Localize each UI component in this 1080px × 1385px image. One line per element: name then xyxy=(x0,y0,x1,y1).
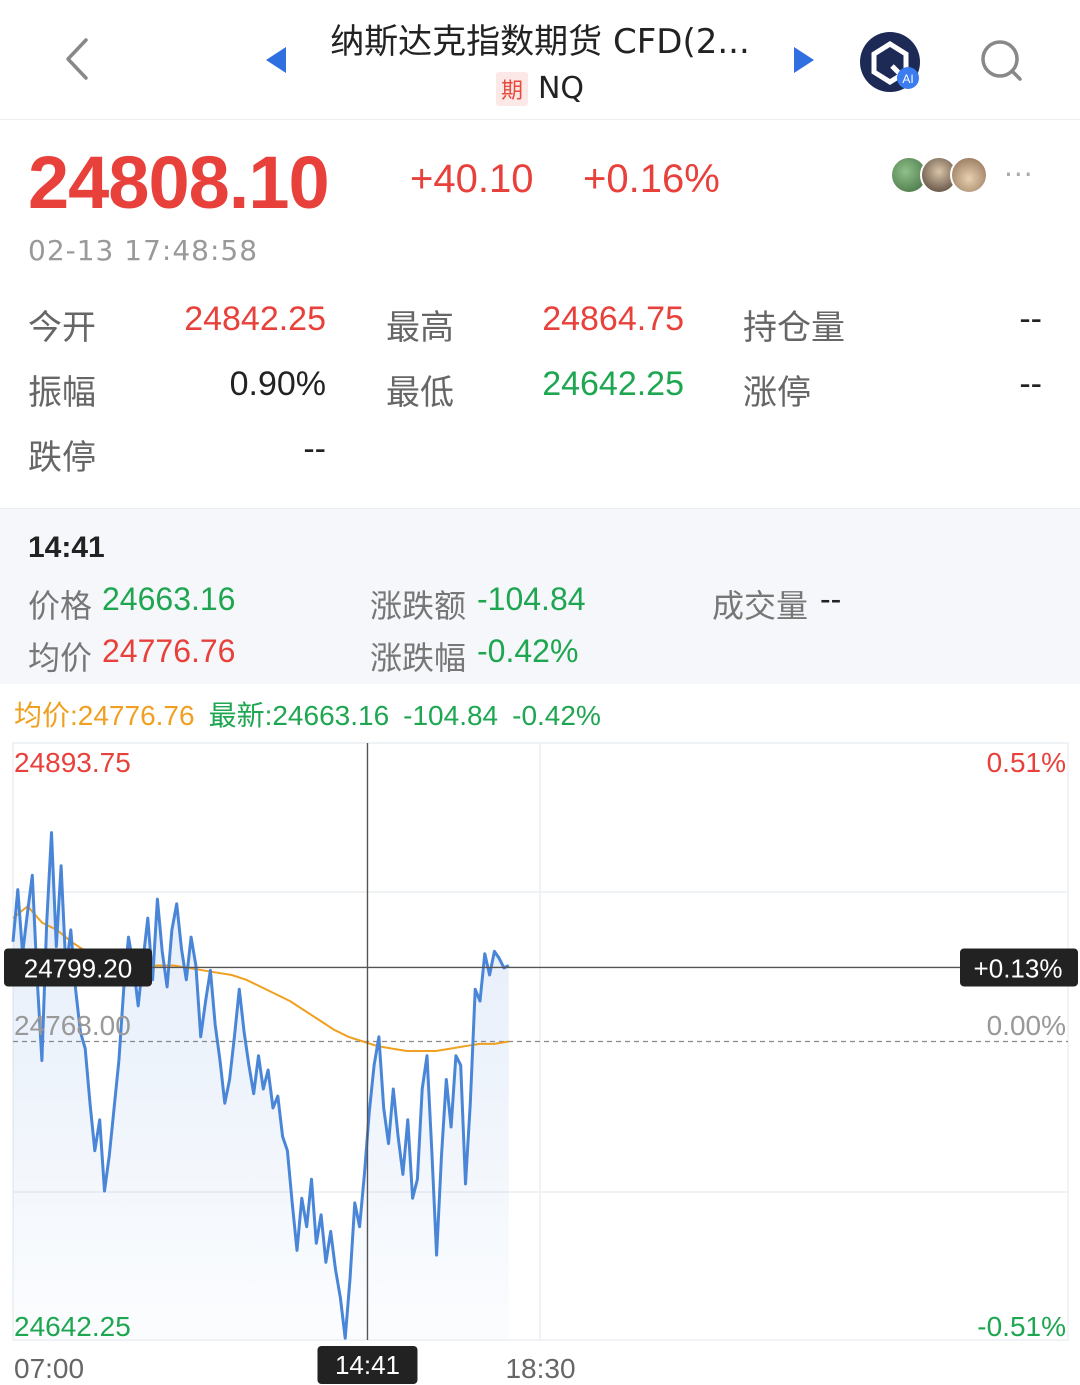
ai-assistant-button[interactable]: AI xyxy=(858,30,922,94)
y-min-label: 24642.25 xyxy=(14,1311,131,1342)
intraday-chart[interactable]: 24893.75 24768.00 24642.25 0.51% 0.00% -… xyxy=(0,740,1080,1385)
back-button[interactable] xyxy=(52,34,102,84)
low-value: 24642.25 xyxy=(542,365,684,403)
open-interest-value: -- xyxy=(1019,300,1042,338)
legend-latest: 最新:24663.16 xyxy=(208,700,390,731)
amplitude-value: 0.90% xyxy=(229,365,326,403)
legend-avg: 均价:24776.76 xyxy=(14,700,195,731)
pct-max-label: 0.51% xyxy=(987,747,1066,778)
amplitude-label: 振幅 xyxy=(28,373,96,413)
crosshair-pct-value: -0.42% xyxy=(477,633,579,669)
crosshair-change-value: -104.84 xyxy=(477,581,586,617)
open-value: 24842.25 xyxy=(184,300,326,338)
chart-legend: 均价:24776.76 最新:24663.16 -104.84 -0.42% xyxy=(14,694,615,734)
instrument-symbol-row: 期 NQ xyxy=(300,71,780,106)
search-icon xyxy=(981,40,1022,81)
futures-tag: 期 xyxy=(495,71,528,106)
quote-timestamp: 02-13 17:48:58 xyxy=(28,234,259,267)
crosshair-change-label: 涨跌额 xyxy=(370,587,467,625)
more-options-button[interactable]: ··· xyxy=(1004,158,1034,191)
ai-badge-text: AI xyxy=(902,72,913,86)
x-start-label: 07:00 xyxy=(14,1353,84,1384)
crosshair-avg-value: 24776.76 xyxy=(102,633,236,669)
instrument-symbol: NQ xyxy=(537,71,585,106)
cursor-price-badge: 24799.20 xyxy=(4,948,152,987)
x-mid-label: 18:30 xyxy=(505,1353,575,1384)
legend-change: -104.84 xyxy=(403,700,499,731)
triangle-right-icon xyxy=(794,47,814,73)
crosshair-time: 14:41 xyxy=(28,531,105,564)
crosshair-avg-label: 均价 xyxy=(28,639,93,677)
crosshair-price-label: 价格 xyxy=(28,587,93,625)
crosshair-price-value: 24663.16 xyxy=(102,581,236,617)
ai-assistant-icon: AI xyxy=(860,32,920,92)
follower-avatars[interactable] xyxy=(890,156,1000,196)
high-label: 最高 xyxy=(386,308,454,348)
limit-up-label: 涨停 xyxy=(743,373,811,413)
pct-min-label: -0.51% xyxy=(977,1311,1066,1342)
open-label: 今开 xyxy=(28,308,96,348)
instrument-title: 纳斯达克指数期货 CFD(2... xyxy=(330,22,750,62)
cursor-time-badge: 14:41 xyxy=(317,1346,418,1384)
crosshair-volume-label: 成交量 xyxy=(712,587,809,625)
next-instrument-button[interactable] xyxy=(790,45,818,75)
triangle-left-icon xyxy=(266,47,286,73)
low-label: 最低 xyxy=(386,373,454,413)
legend-pct: -0.42% xyxy=(512,700,601,731)
limit-down-value: -- xyxy=(303,430,326,468)
limit-down-label: 跌停 xyxy=(28,438,96,478)
cursor-price-text: 24799.20 xyxy=(24,953,132,983)
cursor-time-text: 14:41 xyxy=(335,1350,400,1380)
crosshair-pct-label: 涨跌幅 xyxy=(370,639,467,677)
open-interest-label: 持仓量 xyxy=(743,308,845,348)
price-change: +40.10 xyxy=(410,157,534,201)
crosshair-volume-value: -- xyxy=(820,581,842,617)
limit-up-value: -- xyxy=(1019,365,1042,403)
instrument-title-block: 纳斯达克指数期货 CFD(2... 期 NQ xyxy=(300,14,780,106)
pct-mid-label: 0.00% xyxy=(987,1010,1066,1041)
chevron-left-icon xyxy=(66,38,88,80)
search-button[interactable] xyxy=(976,36,1026,86)
y-mid-label: 24768.00 xyxy=(14,1010,131,1041)
top-nav-bar: 纳斯达克指数期货 CFD(2... 期 NQ AI xyxy=(0,0,1080,120)
previous-instrument-button[interactable] xyxy=(262,45,290,75)
avatar xyxy=(950,156,988,194)
y-max-label: 24893.75 xyxy=(14,747,131,778)
crosshair-info-panel: 14:41 价格 24663.16 涨跌额 -104.84 成交量 -- 均价 … xyxy=(0,508,1080,684)
cursor-pct-text: +0.13% xyxy=(974,953,1063,983)
current-price: 24808.10 xyxy=(28,141,330,224)
high-value: 24864.75 xyxy=(542,300,684,338)
price-change-percent: +0.16% xyxy=(583,157,720,201)
cursor-pct-badge: +0.13% xyxy=(960,948,1078,987)
